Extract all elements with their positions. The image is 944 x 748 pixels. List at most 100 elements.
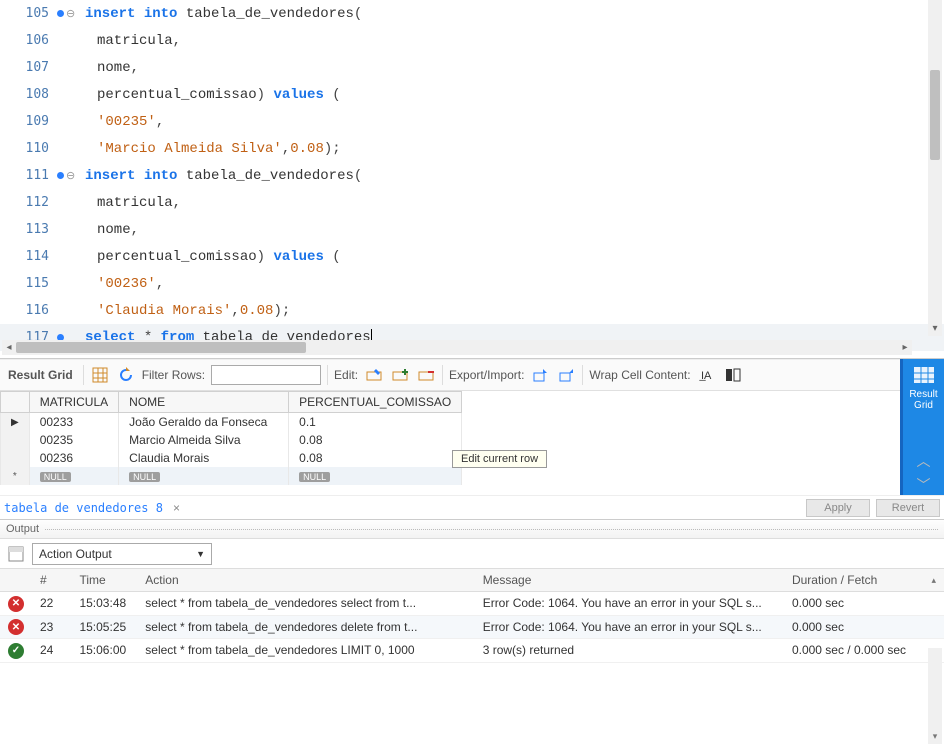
column-header[interactable]: MATRICULA	[29, 392, 118, 413]
cell[interactable]: NULL	[119, 467, 289, 485]
scroll-left-arrow-icon[interactable]: ◂	[2, 342, 16, 353]
cell[interactable]: 00235	[29, 431, 118, 449]
output-panel-header: Output	[0, 519, 944, 539]
output-pane-icon[interactable]	[6, 544, 26, 564]
output-row[interactable]: ✕2315:05:25select * from tabela_de_vende…	[0, 615, 944, 639]
line-number: 113	[0, 222, 57, 237]
scrollbar-thumb[interactable]	[930, 70, 940, 160]
result-grid-side-tab[interactable]: Result Grid ︿ ﹀	[900, 359, 944, 495]
code-text[interactable]: insert into tabela_de_vendedores(	[85, 168, 362, 184]
chevron-up-icon[interactable]: ︿	[917, 451, 931, 471]
editor-vertical-scrollbar[interactable]: ▾	[928, 0, 942, 336]
column-header[interactable]: PERCENTUAL_COMISSAO	[289, 392, 462, 413]
code-line[interactable]: 116 'Claudia Morais',0.08);	[0, 297, 944, 324]
code-text[interactable]: matricula,	[85, 195, 181, 211]
column-header[interactable]: Action	[137, 569, 474, 592]
code-line[interactable]: 109'00235',	[0, 108, 944, 135]
code-text[interactable]: '00235',	[85, 114, 164, 130]
scroll-down-arrow-icon[interactable]: ▾	[928, 323, 942, 334]
cell[interactable]: 0.08	[289, 431, 462, 449]
edit-row-icon[interactable]	[364, 365, 384, 385]
wrap-cell-icon[interactable]: I̲A	[697, 365, 717, 385]
code-line[interactable]: 110 'Marcio Almeida Silva',0.08);	[0, 135, 944, 162]
scroll-right-arrow-icon[interactable]: ▸	[898, 342, 912, 353]
cell[interactable]: Marcio Almeida Silva	[119, 431, 289, 449]
code-text[interactable]: nome,	[85, 60, 139, 76]
line-number: 108	[0, 87, 57, 102]
code-text[interactable]: matricula,	[85, 33, 181, 49]
code-line[interactable]: 115'00236',	[0, 270, 944, 297]
column-header[interactable]: Time	[71, 569, 137, 592]
close-tab-icon[interactable]: ×	[169, 501, 184, 515]
revert-button[interactable]: Revert	[876, 499, 940, 517]
code-text[interactable]: percentual_comissao) values (	[85, 87, 341, 103]
code-text[interactable]: percentual_comissao) values (	[85, 249, 341, 265]
breakpoint-dot-icon[interactable]	[57, 10, 64, 17]
line-number: 107	[0, 60, 57, 75]
cell[interactable]: NULL	[289, 467, 462, 485]
cell[interactable]: João Geraldo da Fonseca	[119, 413, 289, 432]
cell[interactable]: NULL	[29, 467, 118, 485]
scrollbar-thumb[interactable]	[16, 342, 306, 353]
output-type-select[interactable]: Action Output ▼	[32, 543, 212, 565]
fold-icon[interactable]: ⊖	[66, 169, 75, 182]
fold-icon[interactable]: ⊖	[66, 7, 75, 20]
line-number: 110	[0, 141, 57, 156]
output-vertical-scrollbar[interactable]: ▾	[928, 648, 942, 744]
toggle-panel-icon[interactable]	[723, 365, 743, 385]
column-header[interactable]: NOME	[119, 392, 289, 413]
scroll-down-arrow-icon[interactable]: ▾	[933, 731, 938, 742]
code-line[interactable]: 107 nome,	[0, 54, 944, 81]
delete-row-icon[interactable]	[416, 365, 436, 385]
column-header[interactable]: Duration / Fetch	[784, 569, 924, 592]
cell: Error Code: 1064. You have an error in y…	[475, 615, 784, 639]
output-toolbar: Action Output ▼	[0, 539, 944, 569]
export-icon[interactable]	[530, 365, 550, 385]
code-text[interactable]: insert into tabela_de_vendedores(	[85, 6, 362, 22]
add-row-icon[interactable]	[390, 365, 410, 385]
row-selector[interactable]	[1, 431, 30, 449]
line-number: 116	[0, 303, 57, 318]
edit-label: Edit:	[334, 368, 358, 382]
code-text[interactable]: 'Claudia Morais',0.08);	[85, 303, 290, 319]
row-selector[interactable]	[1, 449, 30, 467]
grid-view-icon[interactable]	[90, 365, 110, 385]
apply-button[interactable]: Apply	[806, 499, 870, 517]
chevron-down-icon[interactable]: ﹀	[917, 475, 931, 495]
code-line[interactable]: 112matricula,	[0, 189, 944, 216]
import-icon[interactable]	[556, 365, 576, 385]
scroll-up-icon[interactable]: ▴	[923, 569, 944, 592]
cell[interactable]: 00233	[29, 413, 118, 432]
cell[interactable]: 0.1	[289, 413, 462, 432]
output-row[interactable]: ✕2215:03:48select * from tabela_de_vende…	[0, 592, 944, 616]
result-grid-table[interactable]: MATRICULA NOME PERCENTUAL_COMISSAO ▶0023…	[0, 391, 462, 485]
filter-rows-input[interactable]	[211, 365, 321, 385]
status-cell: ✕	[0, 615, 32, 639]
code-line[interactable]: 108 percentual_comissao) values (	[0, 81, 944, 108]
table-row[interactable]: ▶00233João Geraldo da Fonseca0.1	[1, 413, 462, 432]
table-row[interactable]: 00236Claudia Morais0.08	[1, 449, 462, 467]
code-text[interactable]: 'Marcio Almeida Silva',0.08);	[85, 141, 341, 157]
cell[interactable]: 0.08	[289, 449, 462, 467]
code-text[interactable]: '00236',	[85, 276, 164, 292]
breakpoint-dot-icon[interactable]	[57, 172, 64, 179]
editor-horizontal-scrollbar[interactable]: ◂ ▸	[2, 340, 912, 355]
cell[interactable]: 00236	[29, 449, 118, 467]
column-header[interactable]: Message	[475, 569, 784, 592]
sql-editor[interactable]: 105⊖insert into tabela_de_vendedores(106…	[0, 0, 944, 358]
row-selector[interactable]: ▶	[1, 413, 30, 432]
cell[interactable]: Claudia Morais	[119, 449, 289, 467]
output-row[interactable]: ✓2415:06:00select * from tabela_de_vende…	[0, 639, 944, 663]
new-row[interactable]: *NULLNULLNULL	[1, 467, 462, 485]
code-line[interactable]: 106matricula,	[0, 27, 944, 54]
result-tab[interactable]: tabela de vendedores 8	[4, 501, 163, 515]
code-line[interactable]: 114percentual_comissao) values (	[0, 243, 944, 270]
code-line[interactable]: 105⊖insert into tabela_de_vendedores(	[0, 0, 944, 27]
column-header[interactable]: #	[32, 569, 71, 592]
code-line[interactable]: 113 nome,	[0, 216, 944, 243]
row-selector[interactable]: *	[1, 467, 30, 485]
refresh-icon[interactable]	[116, 365, 136, 385]
code-text[interactable]: nome,	[85, 222, 139, 238]
table-row[interactable]: 00235Marcio Almeida Silva0.08	[1, 431, 462, 449]
code-line[interactable]: 111⊖insert into tabela_de_vendedores(	[0, 162, 944, 189]
